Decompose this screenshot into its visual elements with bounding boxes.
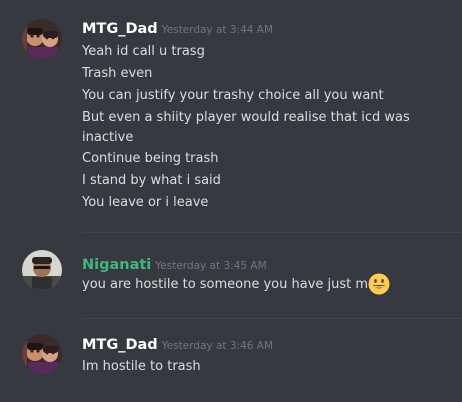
message-timestamp[interactable]: Yesterday at 3:45 AM: [155, 260, 266, 272]
avatar[interactable]: [22, 334, 62, 374]
message-text: Yeah id call u trasg: [82, 44, 205, 59]
message-author[interactable]: MTG_Dad: [82, 21, 158, 37]
user-avatar-image: [22, 334, 62, 374]
message-text: inactive: [82, 130, 134, 145]
avatar[interactable]: [22, 250, 62, 290]
message-group: MTG_Dad Yesterday at 3:46 AM Im hostile t…: [0, 318, 462, 402]
message-author[interactable]: MTG_Dad: [82, 337, 158, 353]
smiley-face-emoji: [368, 273, 390, 295]
message-text: Trash even: [82, 66, 153, 81]
avatar[interactable]: [22, 19, 62, 59]
message-text: You leave or i leave: [82, 195, 209, 210]
message-text: Continue being trash: [82, 151, 219, 166]
user-avatar-image: [22, 19, 62, 59]
message-timestamp[interactable]: Yesterday at 3:44 AM: [162, 24, 273, 36]
user-avatar-image: [22, 250, 62, 290]
message-group: MTG_Dad Yesterday at 3:44 AM Yeah id call…: [0, 0, 462, 232]
message-timestamp[interactable]: Yesterday at 3:46 AM: [162, 340, 273, 352]
message-text: But even a shiity player would realise t…: [82, 110, 410, 125]
message-text: you are hostile to someone you have just…: [82, 277, 382, 292]
message-text: You can justify your trashy choice all y…: [82, 88, 384, 103]
message-text: I stand by what i said: [82, 173, 221, 188]
message-text: Im hostile to trash: [82, 359, 201, 374]
message-author[interactable]: Niganati: [82, 257, 151, 273]
message-group: Niganati Yesterday at 3:45 AM you are hos…: [0, 232, 462, 318]
